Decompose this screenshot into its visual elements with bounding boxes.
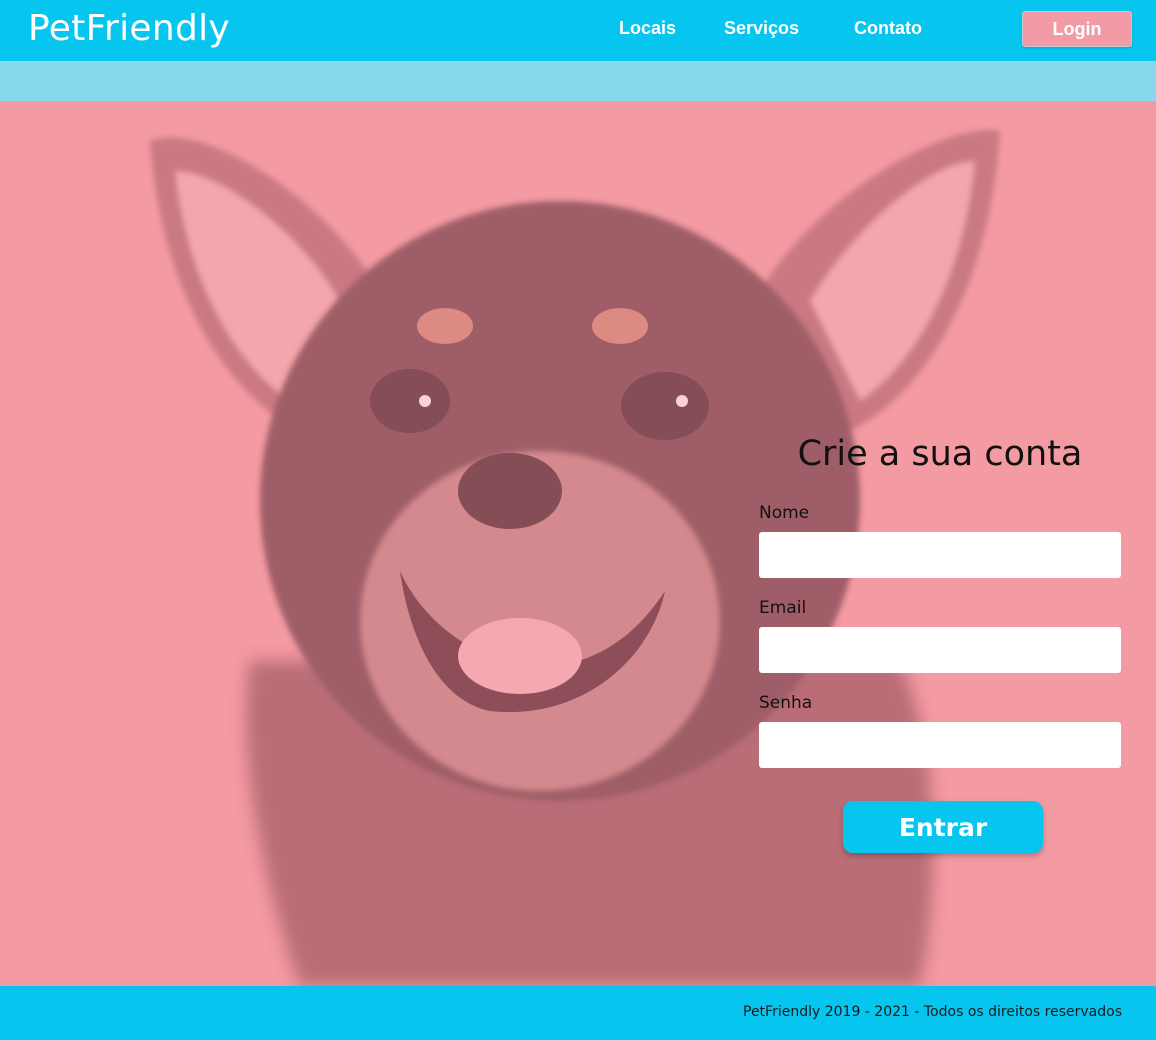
form-title: Crie a sua conta [797, 434, 1083, 474]
senha-label: Senha [759, 693, 813, 713]
brand-logo[interactable]: PetFriendly [28, 8, 230, 49]
nav-link-locais[interactable]: Locais [619, 18, 676, 39]
login-button[interactable]: Login [1022, 11, 1132, 47]
nav-link-contato[interactable]: Contato [854, 18, 922, 39]
nome-input[interactable] [759, 532, 1121, 578]
senha-input[interactable] [759, 722, 1121, 768]
entrar-button[interactable]: Entrar [843, 801, 1043, 853]
nome-label: Nome [759, 503, 810, 523]
footer: PetFriendly 2019 - 2021 - Todos os direi… [0, 986, 1156, 1040]
email-input[interactable] [759, 627, 1121, 673]
email-label: Email [759, 598, 807, 618]
nav-link-servicos[interactable]: Serviços [724, 18, 799, 39]
sub-banner [0, 61, 1156, 101]
top-navbar: PetFriendly Locais Serviços Contato Logi… [0, 0, 1156, 61]
footer-copyright: PetFriendly 2019 - 2021 - Todos os direi… [743, 1004, 1122, 1020]
